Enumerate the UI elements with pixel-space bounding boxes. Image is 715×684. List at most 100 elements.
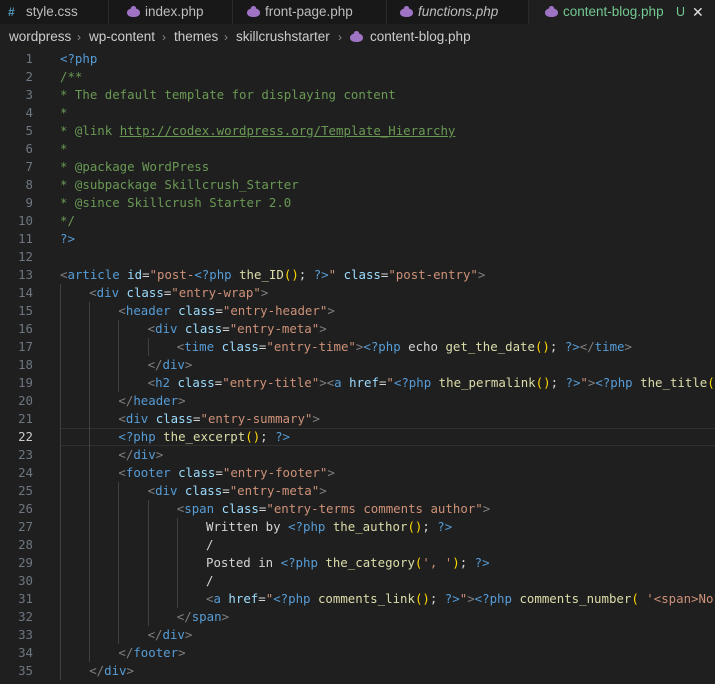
tab-front-page-php[interactable]: front-page.php (233, 0, 387, 24)
code-token: </ (579, 339, 595, 354)
code-line[interactable]: 13 <article id="post-<?php the_ID(); ?>" … (0, 266, 715, 284)
code-line[interactable]: 25 <div class="entry-meta"> (0, 482, 715, 500)
code-line[interactable]: 33 </div> (0, 626, 715, 644)
code-token: * @since Skillcrush Starter 2.0 (60, 195, 292, 210)
code-token: > (327, 465, 335, 480)
code-text: </div> (89, 662, 134, 680)
code-line[interactable]: 2 /** (0, 68, 715, 86)
indent-guide (89, 446, 91, 464)
code-token: span (184, 501, 215, 516)
code-line[interactable]: 32 </span> (0, 608, 715, 626)
code-token: "entry-meta" (229, 321, 320, 336)
code-line[interactable]: 12 (0, 248, 715, 266)
code-token: header (125, 303, 171, 318)
code-line[interactable]: 8 * @subpackage Skillcrush_Starter (0, 176, 715, 194)
code-line[interactable]: 16 <div class="entry-meta"> (0, 320, 715, 338)
code-line[interactable]: 1 <?php (0, 50, 715, 68)
code-line[interactable]: 24 <footer class="entry-footer"> (0, 464, 715, 482)
indent-guide (147, 536, 149, 554)
breadcrumb-item-themes[interactable]: themes (174, 24, 218, 50)
code-text: </div> (118, 446, 163, 464)
code-line[interactable]: 7 * @package WordPress (0, 158, 715, 176)
code-line[interactable]: 30 / (0, 572, 715, 590)
code-token: <?php (118, 429, 156, 444)
code-token: time (594, 339, 625, 354)
code-line[interactable]: 11 ?> (0, 230, 715, 248)
tab-functions-php[interactable]: functions.php (387, 0, 529, 24)
code-line[interactable]: 22 <?php the_excerpt(); ?> (0, 428, 715, 446)
indent-guide (89, 374, 91, 392)
code-text: <a href="<?php comments_link(); ?>"><?ph… (206, 590, 715, 608)
tab-label: style.css (26, 4, 78, 19)
breadcrumb-item-skillcrushstarter[interactable]: skillcrushstarter (236, 24, 330, 50)
code-token: </ (118, 393, 134, 408)
tab-content-blog-php[interactable]: content-blog.php U ✕ (529, 0, 715, 24)
code-token: > (184, 627, 193, 642)
code-line[interactable]: 27 Written by <?php the_author(); ?> (0, 518, 715, 536)
indent-guide (89, 536, 91, 554)
code-line[interactable]: 18 </div> (0, 356, 715, 374)
indent-guide (176, 518, 178, 536)
code-token: ?> (444, 591, 460, 606)
chevron-right-icon: › (224, 30, 228, 44)
code-text: <div class="entry-meta"> (148, 320, 327, 338)
code-token: <?php (474, 591, 512, 606)
code-line[interactable]: 20 </header> (0, 392, 715, 410)
code-token: </ (89, 663, 105, 678)
breadcrumb-item-wp-content[interactable]: wp-content (89, 24, 155, 50)
code-line[interactable]: 23 </div> (0, 446, 715, 464)
line-number: 11 (18, 231, 33, 246)
code-token: the_permalink (438, 375, 536, 390)
code-line[interactable]: 3 * The default template for displaying c… (0, 86, 715, 104)
code-line[interactable]: 31 <a href="<?php comments_link(); ?>"><?… (0, 590, 715, 608)
line-number: 21 (18, 411, 33, 426)
code-text: </footer> (118, 644, 185, 662)
line-number: 33 (18, 627, 33, 642)
code-line[interactable]: 21 <div class="entry-summary"> (0, 410, 715, 428)
code-line[interactable]: 19 <h2 class="entry-title"><a href="<?php… (0, 374, 715, 392)
tab-style-css[interactable]: # style.css (0, 0, 109, 24)
breadcrumb-item-file[interactable]: content-blog.php (370, 24, 471, 50)
code-line[interactable]: 28 / (0, 536, 715, 554)
indent-guide (118, 608, 120, 626)
tab-label: front-page.php (265, 4, 353, 19)
code-line[interactable]: 9 * @since Skillcrush Starter 2.0 (0, 194, 715, 212)
code-line[interactable]: 5 * @link http://codex.wordpress.org/Temp… (0, 122, 715, 140)
line-number: 27 (18, 519, 33, 534)
code-line[interactable]: 35 </div> (0, 662, 715, 680)
code-line[interactable]: 29 Posted in <?php the_category(', '); ?> (0, 554, 715, 572)
code-line[interactable]: 10 */ (0, 212, 715, 230)
code-token: a (213, 591, 221, 606)
close-icon[interactable]: ✕ (692, 0, 704, 24)
tab-label: index.php (145, 4, 204, 19)
code-token: ; (260, 429, 276, 444)
code-token: = (193, 411, 201, 426)
code-line[interactable]: 15 <header class="entry-header"> (0, 302, 715, 320)
code-line[interactable]: 14 <div class="entry-wrap"> (0, 284, 715, 302)
indent-guide (176, 554, 178, 572)
indent-guide (60, 482, 61, 500)
code-line[interactable]: 34 </footer> (0, 644, 715, 662)
indent-guide (89, 572, 91, 590)
breadcrumb: wordpress › wp-content › themes › skillc… (0, 24, 715, 50)
code-line[interactable]: 17 <time class="entry-time"><?php echo ge… (0, 338, 715, 356)
code-token: = (222, 321, 230, 336)
breadcrumb-item-wordpress[interactable]: wordpress (9, 24, 71, 50)
code-line[interactable]: 26 <span class="entry-terms comments auth… (0, 500, 715, 518)
indent-guide (60, 302, 61, 320)
code-editor[interactable]: 1 <?php 2/** 3 * The default template for di… (0, 50, 715, 684)
code-token: / (206, 573, 214, 588)
code-line[interactable]: 4 * (0, 104, 715, 122)
code-line[interactable]: 6 * (0, 140, 715, 158)
line-number: 18 (18, 357, 33, 372)
code-token: = (215, 303, 223, 318)
indent-guide (60, 446, 61, 464)
indent-guide (60, 410, 61, 428)
indent-guide (89, 428, 91, 446)
tab-index-php[interactable]: index.php (109, 0, 233, 24)
line-number: 30 (18, 573, 33, 588)
code-token: class (184, 321, 223, 336)
